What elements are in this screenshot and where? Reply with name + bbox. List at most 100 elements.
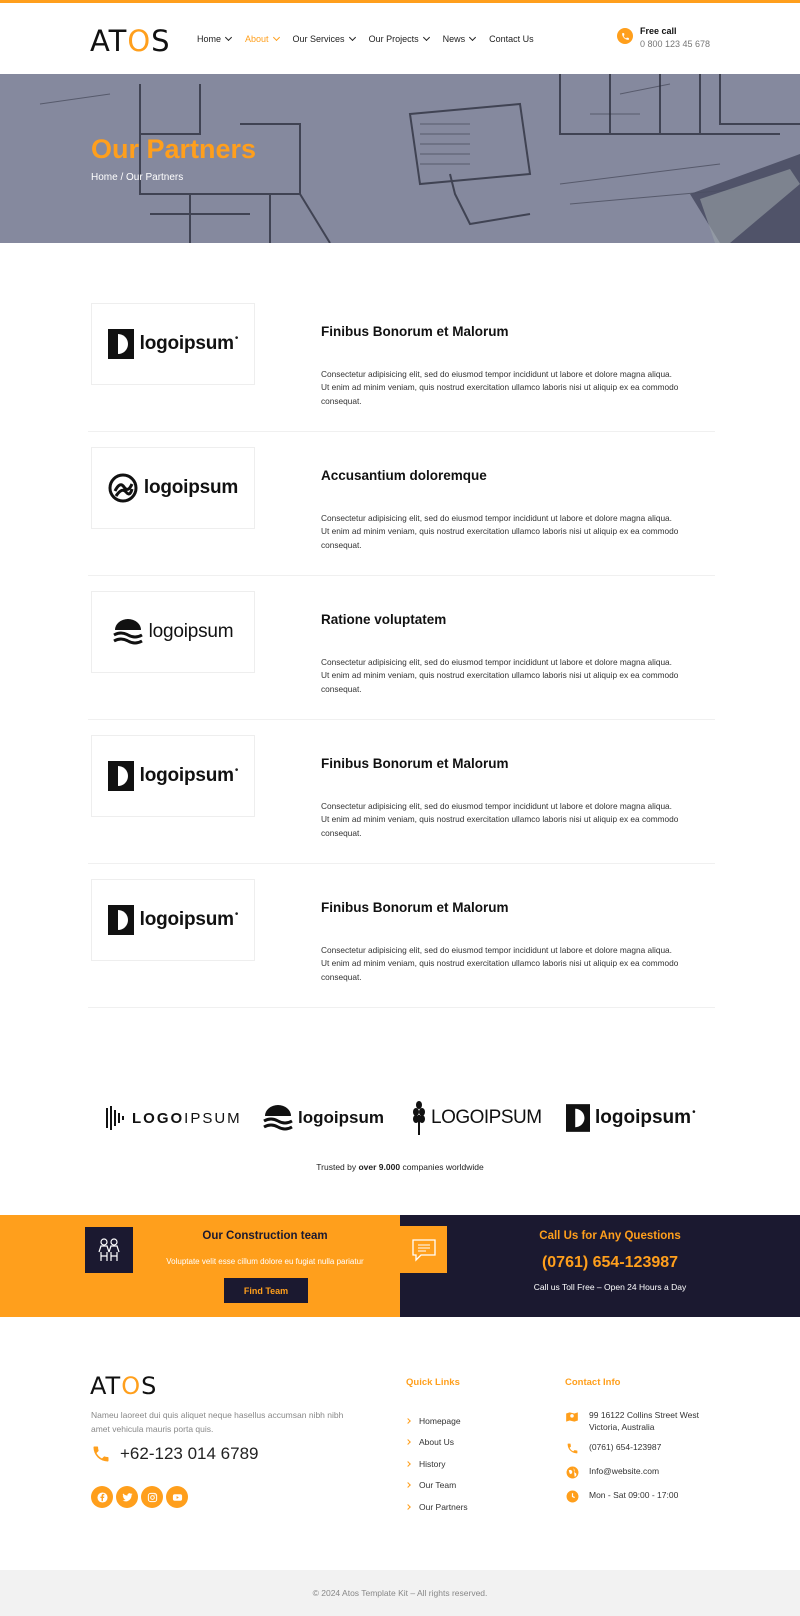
partner-logo[interactable]: logoipsum •: [91, 735, 255, 817]
chevron-right-icon: [405, 1482, 411, 1489]
main-nav: Home About Our Services Our Projects New…: [197, 33, 548, 44]
free-call-number[interactable]: 0 800 123 45 678: [640, 39, 710, 49]
quick-links-title: Quick Links: [406, 1377, 460, 1388]
contact-address: 99 16122 Collins Street West Victoria, A…: [565, 1409, 714, 1441]
construction-team-cta: Our Construction team Voluptate velit es…: [0, 1215, 400, 1317]
swirl-circle-logo-icon: [108, 473, 138, 503]
partner-logo[interactable]: logoipsum •: [91, 303, 255, 385]
quick-link-team[interactable]: Our Team: [405, 1475, 468, 1497]
contact-info: 99 16122 Collins Street West Victoria, A…: [565, 1409, 714, 1513]
chevron-right-icon: [405, 1439, 411, 1446]
nav-item-contact[interactable]: Contact Us: [489, 34, 534, 44]
brand-logo[interactable]: LOGOIPSUM: [105, 1100, 242, 1136]
find-team-button[interactable]: Find Team: [224, 1278, 308, 1303]
nav-item-about[interactable]: About: [245, 33, 280, 44]
instagram-icon[interactable]: [141, 1486, 163, 1508]
chevron-down-icon: [348, 33, 356, 42]
chevron-down-icon: [469, 33, 477, 42]
phone-icon: [617, 28, 633, 44]
page-hero: Our Partners Home / Our Partners: [0, 74, 800, 243]
partner-name: Finibus Bonorum et Malorum: [321, 900, 509, 915]
quick-link-about[interactable]: About Us: [405, 1432, 468, 1454]
chevron-down-icon: [422, 33, 430, 42]
chevron-right-icon: [405, 1460, 411, 1467]
partner-item: logoipsum • Finibus Bonorum et Malorum Co…: [88, 288, 715, 432]
nav-item-projects[interactable]: Our Projects: [369, 33, 430, 44]
call-us-cta: Call Us for Any Questions (0761) 654-123…: [400, 1215, 800, 1317]
partner-item: logoipsum • Finibus Bonorum et Malorum Co…: [88, 720, 715, 864]
clock-icon: [566, 1490, 578, 1503]
brand-logo[interactable]: LOGOIPSUM: [412, 1100, 542, 1136]
footer-description: Nameu laoreet dui quis aliquet neque has…: [91, 1410, 344, 1434]
nav-item-services[interactable]: Our Services: [293, 33, 356, 44]
partner-logo[interactable]: logoipsum: [91, 447, 255, 529]
site-header: ATOS Home About Our Services Our Project…: [0, 3, 800, 74]
call-cta-phone[interactable]: (0761) 654-123987: [460, 1254, 760, 1272]
partner-description: Consectetur adipisicing elit, sed do eiu…: [321, 945, 679, 982]
chevron-right-icon: [405, 1417, 411, 1424]
half-circle-logo-icon: [107, 329, 134, 359]
quick-links: Homepage About Us History Our Team Our P…: [405, 1410, 468, 1518]
social-links: [91, 1486, 188, 1508]
partner-item: logoipsum Ratione voluptatem Consectetur…: [88, 576, 715, 720]
phone-icon: [93, 1446, 109, 1462]
youtube-icon[interactable]: [166, 1486, 188, 1508]
nav-item-home[interactable]: Home: [197, 33, 233, 44]
partner-description: Consectetur adipisicing elit, sed do eiu…: [321, 801, 679, 838]
footer-phone[interactable]: +62-123 014 6789: [91, 1444, 259, 1464]
team-icon: [85, 1227, 133, 1273]
brand-logo[interactable]: logoipsum: [263, 1100, 384, 1136]
partner-name: Finibus Bonorum et Malorum: [321, 756, 509, 771]
nav-item-news[interactable]: News: [443, 33, 477, 44]
partner-name: Ratione voluptatem: [321, 612, 447, 627]
site-logo[interactable]: ATOS: [90, 24, 171, 58]
half-circle-logo-icon: [107, 761, 134, 791]
partner-logo[interactable]: logoipsum •: [91, 879, 255, 961]
contact-phone[interactable]: (0761) 654-123987: [565, 1441, 714, 1465]
trusted-text: Trusted by over 9.000 companies worldwid…: [316, 1162, 484, 1172]
partner-name: Accusantium doloremque: [321, 468, 487, 483]
partner-logo-text: logoipsum: [143, 477, 239, 498]
partner-logo-text: logoipsum: [148, 621, 234, 642]
page-title: Our Partners: [91, 134, 257, 164]
contact-info-title: Contact Info: [565, 1377, 621, 1388]
wheat-logo-icon: [413, 1101, 425, 1135]
partner-logo-text: logoipsum: [139, 333, 234, 354]
chevron-right-icon: [405, 1503, 411, 1510]
partner-description: Consectetur adipisicing elit, sed do eiu…: [321, 369, 679, 406]
wave-sun-logo-icon: [112, 619, 143, 645]
footer-logo[interactable]: ATOS: [90, 1372, 157, 1400]
bars-logo-icon: [106, 1106, 124, 1130]
contact-hours: Mon - Sat 09:00 - 17:00: [565, 1489, 714, 1513]
brand-logo[interactable]: logoipsum •: [566, 1100, 696, 1136]
quick-link-history[interactable]: History: [405, 1453, 468, 1475]
footer-phone-number: +62-123 014 6789: [120, 1444, 259, 1463]
chevron-down-icon: [272, 33, 280, 42]
quick-link-partners[interactable]: Our Partners: [405, 1496, 468, 1518]
copyright-text: © 2024 Atos Template Kit – All rights re…: [312, 1588, 488, 1598]
brand-logos: LOGO IPSUM logoipsum LOGOIPSUM logoipsum •: [0, 1100, 800, 1140]
team-cta-title: Our Construction team: [202, 1230, 328, 1242]
half-circle-logo-icon: [566, 1104, 590, 1132]
free-call-title: Free call: [640, 26, 677, 36]
call-cta-subtitle: Call us Toll Free – Open 24 Hours a Day: [533, 1282, 687, 1292]
contact-email[interactable]: Info@website.com: [565, 1465, 714, 1489]
free-call[interactable]: Free call 0 800 123 45 678: [617, 26, 710, 49]
quick-link-homepage[interactable]: Homepage: [405, 1410, 468, 1432]
breadcrumb[interactable]: Home / Our Partners: [91, 172, 183, 183]
partner-logo-text: logoipsum: [139, 765, 234, 786]
copyright-bar: © 2024 Atos Template Kit – All rights re…: [0, 1570, 800, 1616]
chevron-down-icon: [224, 33, 233, 42]
facebook-icon[interactable]: [91, 1486, 113, 1508]
partner-logo[interactable]: logoipsum: [91, 591, 255, 673]
globe-icon: [566, 1466, 578, 1479]
partner-item: logoipsum • Finibus Bonorum et Malorum Co…: [88, 864, 715, 1008]
partner-logo-text: logoipsum: [139, 909, 234, 930]
wave-sun-logo-icon: [263, 1105, 293, 1131]
partner-description: Consectetur adipisicing elit, sed do eiu…: [321, 657, 679, 694]
chat-icon: [400, 1226, 447, 1273]
half-circle-logo-icon: [107, 905, 134, 935]
partner-item: logoipsum Accusantium doloremque Consect…: [88, 432, 715, 576]
twitter-icon[interactable]: [116, 1486, 138, 1508]
map-icon: [566, 1412, 578, 1422]
